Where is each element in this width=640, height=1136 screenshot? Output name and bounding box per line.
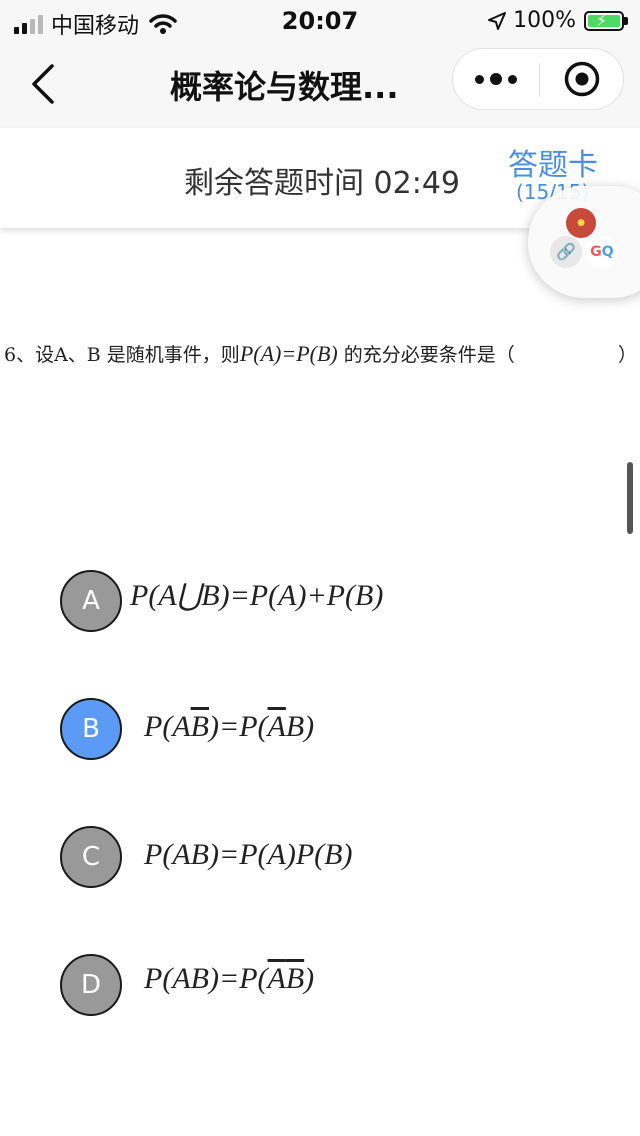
- option-c-formula: P(AB)=P(A)P(B): [144, 838, 353, 871]
- location-icon: [488, 11, 507, 30]
- capsule-divider: [539, 63, 540, 97]
- option-b-formula-part: B: [190, 710, 209, 743]
- battery-percent: 100%: [513, 8, 576, 33]
- more-dot-icon: [490, 73, 502, 85]
- option-a-formula: P(A⋃B)=P(A)+P(B): [130, 579, 384, 612]
- option-b-formula-part: A: [267, 710, 286, 743]
- option-b-formula-part: B): [285, 710, 315, 743]
- answer-card-button[interactable]: 答题卡: [508, 140, 598, 184]
- option-a-badge[interactable]: A: [60, 570, 122, 632]
- status-bar: 中国移动 20:07 100% ⚡: [0, 0, 640, 40]
- option-b-formula-part: P(A: [144, 710, 191, 743]
- option-d-formula: P(AB)=P(AB): [144, 962, 314, 996]
- option-d-formula-part: A: [267, 962, 286, 995]
- option-d-formula-part: B: [285, 962, 305, 995]
- page-title: 概率论与数理...: [170, 68, 399, 106]
- option-d-badge[interactable]: D: [60, 954, 122, 1016]
- option-b-formula-part: )=P(: [208, 710, 268, 743]
- more-dot-icon: [475, 74, 484, 84]
- mini-program-capsule: [452, 48, 624, 110]
- floating-bubble[interactable]: ● 🔗 GQ: [528, 186, 640, 298]
- more-dot-icon: [508, 74, 517, 84]
- remaining-time: 剩余答题时间 02:49: [184, 166, 460, 201]
- back-icon[interactable]: [28, 62, 58, 106]
- app-badge-icon: ●: [566, 208, 596, 238]
- scrollbar[interactable]: [627, 462, 633, 534]
- question-text: 6、设A、B 是随机事件，则P(A)=P(B) 的充分必要条件是（: [4, 340, 515, 367]
- option-c-badge[interactable]: C: [60, 826, 122, 888]
- more-button[interactable]: [453, 49, 539, 109]
- question-prefix: 6、设A、B 是随机事件，则: [4, 344, 240, 366]
- status-right: 100% ⚡: [487, 8, 628, 33]
- option-d-formula-part: ): [304, 962, 315, 995]
- option-b-badge[interactable]: B: [60, 698, 122, 760]
- option-b-formula: P(AB)=P(AB): [144, 710, 314, 744]
- question-suffix: 的充分必要条件是（: [343, 344, 515, 366]
- question-close-paren: ）: [618, 345, 638, 366]
- battery-tip: [624, 16, 628, 25]
- close-target-icon[interactable]: [563, 60, 601, 98]
- link-icon: 🔗: [550, 236, 582, 268]
- option-d-formula-part: P(AB)=P(: [144, 962, 268, 995]
- gq-logo-icon: GQ: [584, 236, 620, 268]
- question-formula: P(A)=P(B): [239, 341, 338, 366]
- battery-icon: ⚡: [584, 10, 624, 31]
- nav-bar: 概率论与数理...: [0, 40, 640, 128]
